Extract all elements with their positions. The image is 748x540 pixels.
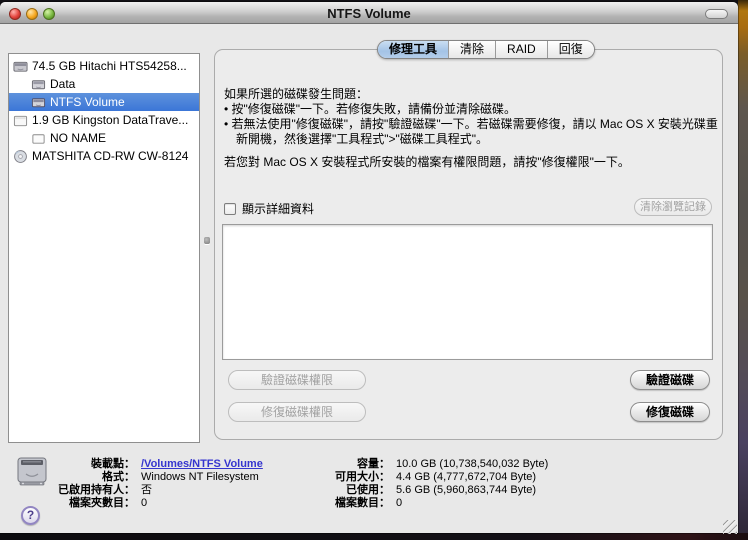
folder-count-value: 0 <box>141 497 148 509</box>
repair-permissions-button[interactable]: 修復磁碟權限 <box>228 402 366 422</box>
first-aid-instructions: 如果所選的磁碟發生問題： • 按"修復磁碟"一下。若修復失敗，請備份並清除磁碟。… <box>224 87 718 170</box>
used-value: 5.6 GB (5,960,863,744 Byte) <box>396 484 537 496</box>
instructions-permissions-note: 若您對 Mac OS X 安裝程式所安裝的檔案有權限問題，請按"修復權限"一下。 <box>224 155 630 169</box>
clear-history-button[interactable]: 清除瀏覽記錄 <box>634 198 712 216</box>
tab-bar: 修理工具 清除 RAID 回復 <box>377 40 595 59</box>
owners-enabled-value: 否 <box>141 484 152 496</box>
sidebar-item-data[interactable]: Data <box>9 75 199 93</box>
window-resize-grip[interactable] <box>723 520 737 534</box>
disk-utility-window: NTFS Volume 74.5 GB Hitachi HTS54258... … <box>0 2 738 534</box>
desktop-background-bottom <box>0 533 748 540</box>
desktop-background <box>738 0 748 540</box>
sidebar-item-no-name[interactable]: NO NAME <box>9 129 199 147</box>
window-titlebar[interactable]: NTFS Volume <box>0 2 738 24</box>
verify-disk-button[interactable]: 驗證磁碟 <box>630 370 710 390</box>
tab-first-aid[interactable]: 修理工具 <box>378 41 449 58</box>
sidebar-item-ntfs-volume[interactable]: NTFS Volume <box>9 93 199 111</box>
first-aid-log-area <box>222 224 713 360</box>
verify-permissions-button[interactable]: 驗證磁碟權限 <box>228 370 366 390</box>
sidebar-item-label: Data <box>50 77 76 91</box>
repair-disk-button[interactable]: 修復磁碟 <box>630 402 710 422</box>
format-label: 格式： <box>102 471 135 483</box>
capacity-label: 容量： <box>357 458 390 470</box>
tab-restore[interactable]: 回復 <box>546 41 594 58</box>
external-disk-icon <box>13 113 28 128</box>
available-value: 4.4 GB (4,777,672,704 Byte) <box>396 471 537 483</box>
sidebar-item-label: NTFS Volume <box>50 95 125 109</box>
sidebar-item-label: 1.9 GB Kingston DataTrave... <box>32 113 189 127</box>
sidebar-item-label: NO NAME <box>50 131 107 145</box>
mount-point-link[interactable]: /Volumes/NTFS Volume <box>141 458 263 470</box>
internal-disk-icon <box>13 59 28 74</box>
volume-info-left: 裝載點： /Volumes/NTFS Volume 格式： Windows NT… <box>0 458 263 510</box>
window-title: NTFS Volume <box>327 6 411 21</box>
volume-info-right: 容量： 10.0 GB (10,738,540,032 Byte) 可用大小： … <box>255 458 548 510</box>
sidebar-item-kingston-disk[interactable]: 1.9 GB Kingston DataTrave... <box>9 111 199 129</box>
format-value: Windows NT Filesystem <box>141 471 259 483</box>
external-volume-icon <box>31 131 46 146</box>
sidebar-item-label: MATSHITA CD-RW CW-8124 <box>32 149 189 163</box>
optical-drive-icon <box>13 149 28 164</box>
show-details-label: 顯示詳細資料 <box>242 202 315 216</box>
device-list: 74.5 GB Hitachi HTS54258... Data NTFS Vo… <box>8 53 200 443</box>
tab-erase[interactable]: 清除 <box>448 41 496 58</box>
file-count-value: 0 <box>396 497 403 509</box>
show-details-row: 顯示詳細資料 <box>224 200 314 217</box>
mount-point-label: 裝載點： <box>91 458 135 470</box>
available-label: 可用大小： <box>335 471 390 483</box>
sidebar-resize-handle[interactable] <box>204 237 210 244</box>
toolbar-toggle-button[interactable] <box>705 9 728 19</box>
instructions-bullet: • 按"修復磁碟"一下。若修復失敗，請備份並清除磁碟。 <box>224 102 517 116</box>
volume-icon <box>31 95 46 110</box>
tab-raid[interactable]: RAID <box>495 41 547 58</box>
owners-enabled-label: 已啟用持有人： <box>58 484 135 496</box>
show-details-checkbox[interactable] <box>224 202 236 215</box>
sidebar-item-label: 74.5 GB Hitachi HTS54258... <box>32 59 187 73</box>
volume-icon <box>31 77 46 92</box>
used-label: 已使用： <box>346 484 390 496</box>
sidebar-item-matshita-cdrw[interactable]: MATSHITA CD-RW CW-8124 <box>9 147 199 165</box>
capacity-value: 10.0 GB (10,738,540,032 Byte) <box>396 458 549 470</box>
sidebar-item-hitachi-disk[interactable]: 74.5 GB Hitachi HTS54258... <box>9 57 199 75</box>
instructions-bullet: • 若無法使用"修復磁碟"，請按"驗證磁碟"一下。若磁碟需要修復，請以 Mac … <box>224 117 718 146</box>
instructions-intro: 如果所選的磁碟發生問題： <box>224 87 369 101</box>
folder-count-label: 檔案夾數目： <box>69 497 135 509</box>
file-count-label: 檔案數目： <box>335 497 390 509</box>
